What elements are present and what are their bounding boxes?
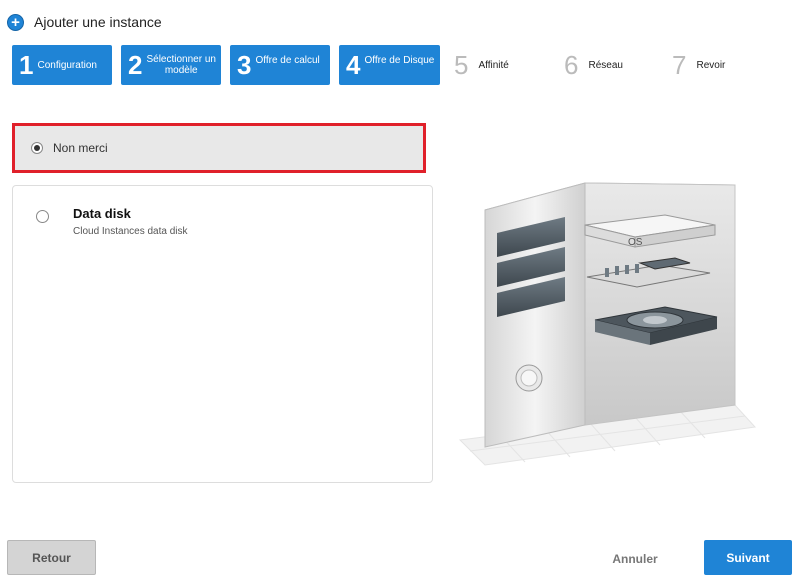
step-number: 4 (346, 50, 361, 80)
step-label: Affinité (478, 59, 509, 71)
wizard-steps: 1 Configuration 2 Sélectionner un modèle… (12, 45, 792, 85)
step-label-line2: modèle (164, 65, 198, 76)
step-number: 2 (128, 50, 143, 80)
step-label: Revoir (696, 59, 726, 71)
step-number: 6 (564, 50, 579, 80)
step-number: 7 (672, 50, 687, 80)
step-disk-offering[interactable]: 4 Offre de Disque (339, 45, 440, 85)
step-compute-offering[interactable]: 3 Offre de calcul (230, 45, 330, 85)
step-label: Sélectionner un modèle (146, 54, 216, 76)
step-label: Offre de calcul (255, 54, 320, 66)
cancel-button[interactable]: Annuler (603, 548, 667, 570)
step-number: 3 (237, 50, 252, 80)
dialog-header: + Ajouter une instance (7, 12, 162, 32)
step-number: 1 (19, 50, 34, 80)
step-label: Configuration (37, 59, 97, 71)
option-data-disk[interactable]: Data disk Cloud Instances data disk (12, 185, 433, 483)
step-label-line1: Sélectionner un (146, 54, 216, 65)
step-number: 5 (454, 50, 469, 80)
option-no-thanks[interactable]: Non merci (12, 123, 426, 173)
data-disk-description: Cloud Instances data disk (73, 226, 188, 237)
computer-tower-illustration: OS (458, 182, 757, 466)
os-label: OS (628, 237, 643, 248)
step-label: Offre de Disque (364, 54, 435, 66)
step-configuration[interactable]: 1 Configuration (12, 45, 112, 85)
data-disk-name: Data disk (73, 206, 131, 221)
step-review: 7 Revoir (672, 45, 772, 85)
step-select-template[interactable]: 2 Sélectionner un modèle (121, 45, 221, 85)
next-button[interactable]: Suivant (704, 540, 792, 575)
no-thanks-label: Non merci (53, 141, 108, 155)
add-circle-icon: + (7, 13, 24, 31)
data-disk-radio[interactable] (36, 210, 49, 223)
step-label: Réseau (588, 59, 623, 71)
page-title: Ajouter une instance (34, 14, 162, 30)
step-affinity: 5 Affinité (454, 45, 554, 85)
no-thanks-radio[interactable] (31, 142, 43, 154)
step-network: 6 Réseau (564, 45, 664, 85)
back-button[interactable]: Retour (7, 540, 96, 575)
